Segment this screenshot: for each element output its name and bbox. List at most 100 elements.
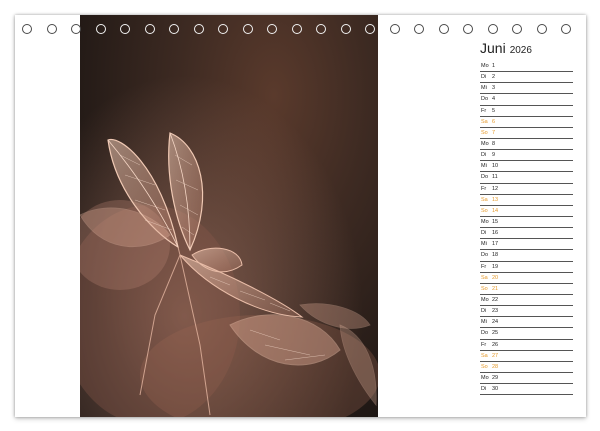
day-number: 26	[492, 341, 499, 348]
binding-hole	[438, 24, 449, 34]
weekday-label: Do	[481, 96, 489, 103]
day-number: 8	[492, 140, 496, 147]
day-row: Do 11	[480, 172, 573, 184]
weekday-label: Sa	[481, 118, 488, 125]
binding-hole	[389, 24, 400, 34]
day-number: 5	[492, 107, 496, 114]
day-number: 30	[492, 386, 499, 393]
day-row: Mo 15	[480, 217, 573, 229]
binding-hole	[95, 24, 106, 34]
binding-hole	[46, 24, 57, 34]
weekday-label: Mi	[481, 163, 487, 170]
day-row: Di 2	[480, 72, 573, 84]
day-number: 10	[492, 163, 499, 170]
weekday-label: So	[481, 129, 488, 136]
day-row: Do 4	[480, 94, 573, 106]
day-row: Sa 27	[480, 351, 573, 362]
weekday-label: So	[481, 285, 488, 292]
year-label: 2026	[509, 45, 532, 56]
day-number: 23	[492, 308, 499, 315]
binding-hole	[242, 24, 253, 34]
binding-hole	[193, 24, 204, 34]
day-number: 4	[492, 96, 496, 103]
binding-hole	[71, 24, 81, 34]
weekday-label: Mi	[481, 319, 487, 326]
day-row: Mi 10	[480, 161, 573, 173]
day-number: 13	[492, 196, 499, 203]
weekday-label: So	[481, 363, 488, 370]
day-row: Mo 8	[480, 139, 573, 151]
day-row: Di 30	[480, 384, 573, 396]
binding-hole	[169, 24, 179, 34]
day-row: Fr 19	[480, 262, 573, 273]
weekday-label: Fr	[481, 185, 487, 192]
day-row: Do 18	[480, 250, 573, 262]
day-row: Di 9	[480, 150, 573, 162]
binding-hole	[120, 24, 130, 34]
weekday-label: Do	[481, 330, 489, 337]
day-number: 14	[492, 207, 499, 214]
weekday-label: Sa	[481, 196, 488, 203]
day-number: 19	[492, 263, 499, 270]
weekday-label: Di	[481, 152, 487, 159]
day-row: So 14	[480, 206, 573, 217]
day-row: Fr 12	[480, 184, 573, 195]
binding-hole	[22, 24, 32, 34]
weekday-label: Di	[481, 386, 487, 393]
binding-hole	[218, 24, 228, 34]
binding-hole	[340, 24, 351, 34]
day-row: Mi 3	[480, 83, 573, 95]
weekday-label: Fr	[481, 107, 487, 114]
weekday-label: Mo	[481, 218, 489, 225]
weekday-label: Fr	[481, 341, 487, 348]
day-row: Di 23	[480, 306, 573, 318]
day-row: Fr 5	[480, 106, 573, 117]
weekday-label: Do	[481, 252, 489, 259]
day-number: 15	[492, 218, 499, 225]
day-number: 21	[492, 285, 499, 292]
day-list: Mo 1 Di 2 Mi 3 Do 4 Fr 5 Sa 6 So 7 Mo 8 Di 9 Mi 10 Do 11 Fr 12 S…	[480, 61, 573, 396]
day-row: Mo 22	[480, 295, 573, 307]
day-row: Mo 1	[480, 61, 573, 73]
weekday-label: Mi	[481, 241, 487, 248]
binding-hole	[291, 24, 302, 34]
weekday-label: Sa	[481, 274, 488, 281]
day-number: 28	[492, 363, 499, 370]
day-number: 27	[492, 352, 499, 359]
day-number: 18	[492, 252, 499, 259]
weekday-label: Mo	[481, 63, 489, 69]
day-row: Sa 6	[480, 117, 573, 128]
day-row: Sa 13	[480, 195, 573, 206]
day-number: 12	[492, 185, 499, 192]
weekday-label: Di	[481, 230, 487, 237]
weekday-label: Mo	[481, 374, 489, 381]
dried-hydrangea-image	[80, 15, 378, 417]
weekday-label: Do	[481, 174, 489, 181]
day-row: Mi 17	[480, 239, 573, 251]
weekday-label: Mi	[481, 85, 487, 92]
month-name: Juni	[480, 40, 506, 56]
weekday-label: Di	[481, 74, 487, 81]
weekday-label: Fr	[481, 263, 487, 270]
day-row: So 28	[480, 362, 573, 373]
binding-hole	[512, 24, 522, 34]
day-row: Di 16	[480, 228, 573, 240]
weekday-label: Sa	[481, 352, 488, 359]
weekday-label: Di	[481, 308, 487, 315]
day-number: 7	[492, 129, 496, 136]
binding-hole	[536, 24, 547, 34]
day-row: Mi 24	[480, 317, 573, 329]
day-number: 2	[492, 74, 496, 81]
day-number: 1	[492, 63, 496, 69]
binding-hole	[316, 24, 326, 34]
day-number: 11	[492, 174, 498, 181]
binding-hole	[144, 24, 155, 34]
weekday-label: So	[481, 207, 488, 214]
day-number: 6	[492, 118, 496, 125]
day-number: 9	[492, 152, 496, 159]
day-row: Fr 26	[480, 340, 573, 351]
day-number: 16	[492, 230, 499, 237]
day-number: 29	[492, 374, 499, 381]
binding-hole	[463, 24, 473, 34]
day-number: 25	[492, 330, 499, 337]
